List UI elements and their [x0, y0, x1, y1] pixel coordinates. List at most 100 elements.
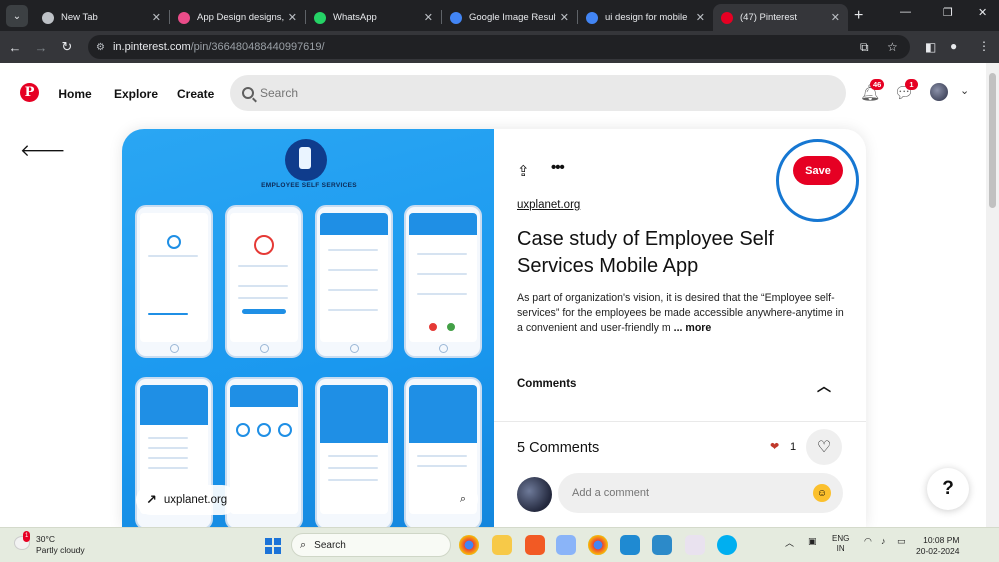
tab-close-icon[interactable]: ✕	[696, 11, 705, 24]
windows-start-icon[interactable]	[265, 538, 281, 554]
tab-close-icon[interactable]: ✕	[560, 11, 569, 24]
forward-nav-icon[interactable]: →	[28, 40, 54, 55]
emoji-picker-icon[interactable]: ☺	[813, 484, 831, 502]
phone-avatar-circle	[167, 235, 181, 249]
external-link-arrow-icon: ↗	[146, 492, 157, 507]
chevron-up-icon[interactable]: ︿	[817, 376, 831, 396]
visual-search-lens-icon[interactable]: ⌕	[448, 484, 478, 514]
minimize-icon[interactable]: —	[900, 6, 911, 18]
nav-home[interactable]: Home	[49, 80, 101, 107]
mockup-phone	[225, 205, 303, 358]
site-info-icon[interactable]: ⚙	[96, 42, 105, 53]
back-arrow-icon[interactable]: 🡐	[20, 141, 66, 161]
new-tab-icon[interactable]: +	[854, 7, 863, 25]
search-bar[interactable]	[230, 75, 846, 111]
tray-chevron-up-icon[interactable]: ︿	[785, 536, 794, 549]
user-avatar[interactable]	[930, 83, 948, 101]
back-nav-icon[interactable]: ←	[2, 40, 28, 55]
tab-close-icon[interactable]: ✕	[288, 11, 297, 24]
pin-source-link[interactable]: uxplanet.org	[517, 199, 580, 211]
tab-favicon-icon	[178, 11, 190, 24]
tab-favicon-icon	[42, 11, 54, 24]
pinterest-logo-icon[interactable]: P	[20, 83, 39, 102]
address-bar[interactable]: ⚙ in.pinterest.com/pin/36648048844099761…	[88, 35, 910, 59]
weather-badge: 1	[23, 531, 31, 542]
phone-reject-dot	[429, 323, 437, 331]
account-chevron-down-icon[interactable]: ⌄	[960, 84, 969, 97]
phone-text-line	[417, 455, 467, 457]
mockup-phone	[315, 205, 393, 358]
phone-text-line	[417, 253, 467, 255]
browser-tab-active[interactable]: (47) Pinterest ✕	[713, 4, 848, 31]
reload-icon[interactable]: ↻	[54, 39, 80, 55]
window-close-icon[interactable]: ✕	[978, 6, 987, 19]
nav-explore[interactable]: Explore	[114, 87, 158, 101]
language-indicator[interactable]: ENG IN	[832, 534, 849, 554]
brave-app-icon[interactable]	[525, 535, 545, 555]
phone-text-line	[328, 249, 378, 251]
skype-app-icon[interactable]	[717, 535, 737, 555]
slack-app-icon[interactable]	[685, 535, 705, 555]
page-scrollbar[interactable]	[986, 63, 999, 527]
weather-widget[interactable]: 1 30°C Partly cloudy	[14, 531, 85, 556]
phone-screen	[320, 213, 388, 342]
browser-tab[interactable]: New Tab ✕	[34, 4, 169, 31]
terminal-app-icon[interactable]	[652, 535, 672, 555]
comment-box[interactable]: ☺	[558, 473, 843, 513]
bookmark-star-icon[interactable]: ☆	[887, 40, 898, 54]
tray-network-icon[interactable]: ▣	[808, 536, 817, 547]
tab-favicon-icon	[314, 11, 326, 24]
phone-text-line	[328, 467, 378, 469]
phone-text-line	[328, 455, 378, 457]
install-app-icon[interactable]: ⧉	[860, 40, 869, 55]
chrome-app-icon[interactable]	[459, 535, 479, 555]
phone-header	[320, 213, 388, 235]
phone-home-button	[260, 344, 269, 353]
volume-icon[interactable]: ♪	[881, 536, 886, 546]
taskbar-search[interactable]: ⌕ Search	[291, 533, 451, 557]
comments-section-header[interactable]: Comments	[517, 378, 837, 390]
url-text: in.pinterest.com/pin/366480488440997619/	[113, 41, 325, 53]
pin-source-pill[interactable]: ↗ uxplanet.org	[136, 485, 238, 515]
battery-icon[interactable]: ▭	[897, 536, 906, 547]
vscode-app-icon[interactable]	[620, 535, 640, 555]
tab-favicon-icon	[586, 11, 598, 24]
browser-menu-icon[interactable]: ⋮	[978, 39, 990, 53]
nav-create[interactable]: Create	[177, 87, 214, 101]
mockup-phone	[225, 377, 303, 527]
sidebar-icon[interactable]: ◧	[925, 40, 936, 54]
phone-text-line	[238, 297, 288, 299]
wifi-icon[interactable]: ◠	[864, 536, 872, 547]
phone-stat-circle	[278, 423, 292, 437]
browser-tab[interactable]: App Design designs, ✕	[170, 4, 305, 31]
save-button[interactable]: Save	[793, 156, 843, 185]
file-explorer-icon[interactable]	[492, 535, 512, 555]
help-button[interactable]: ?	[927, 468, 969, 510]
tab-close-icon[interactable]: ✕	[831, 11, 840, 24]
more-options-icon[interactable]: •••	[551, 159, 565, 176]
system-clock[interactable]: 10:08 PM 20-02-2024	[916, 535, 959, 557]
pin-image[interactable]: EMPLOYEE SELF SERVICES ↗ uxplanet.org ⌕	[122, 129, 494, 527]
tab-title: (47) Pinterest	[740, 12, 798, 23]
browser-tab[interactable]: ui design for mobile ✕	[578, 4, 713, 31]
browser-tab[interactable]: WhatsApp ✕	[306, 4, 441, 31]
profile-avatar-icon[interactable]: ●	[950, 39, 957, 53]
scrollbar-thumb[interactable]	[989, 73, 996, 208]
tab-close-icon[interactable]: ✕	[424, 11, 433, 24]
phone-avatar-circle	[254, 235, 274, 255]
tab-title: ui design for mobile	[605, 12, 688, 23]
ess-illustration-icon	[285, 139, 327, 181]
phone-text-line	[148, 447, 188, 449]
tab-search-button[interactable]: ⌄	[6, 5, 28, 27]
like-heart-button[interactable]: ♡	[806, 429, 842, 465]
restore-icon[interactable]: ❐	[943, 6, 953, 19]
pin-description: As part of organization's vision, it is …	[517, 291, 847, 336]
app-icon[interactable]	[556, 535, 576, 555]
browser-tab[interactable]: Google Image Result ✕	[442, 4, 577, 31]
tab-close-icon[interactable]: ✕	[152, 11, 161, 24]
comment-input[interactable]	[572, 487, 802, 499]
description-more-link[interactable]: ... more	[674, 322, 712, 334]
search-input[interactable]	[260, 86, 820, 100]
chrome-alt-app-icon[interactable]	[588, 535, 608, 555]
share-upload-icon[interactable]: ⇪	[517, 162, 530, 180]
